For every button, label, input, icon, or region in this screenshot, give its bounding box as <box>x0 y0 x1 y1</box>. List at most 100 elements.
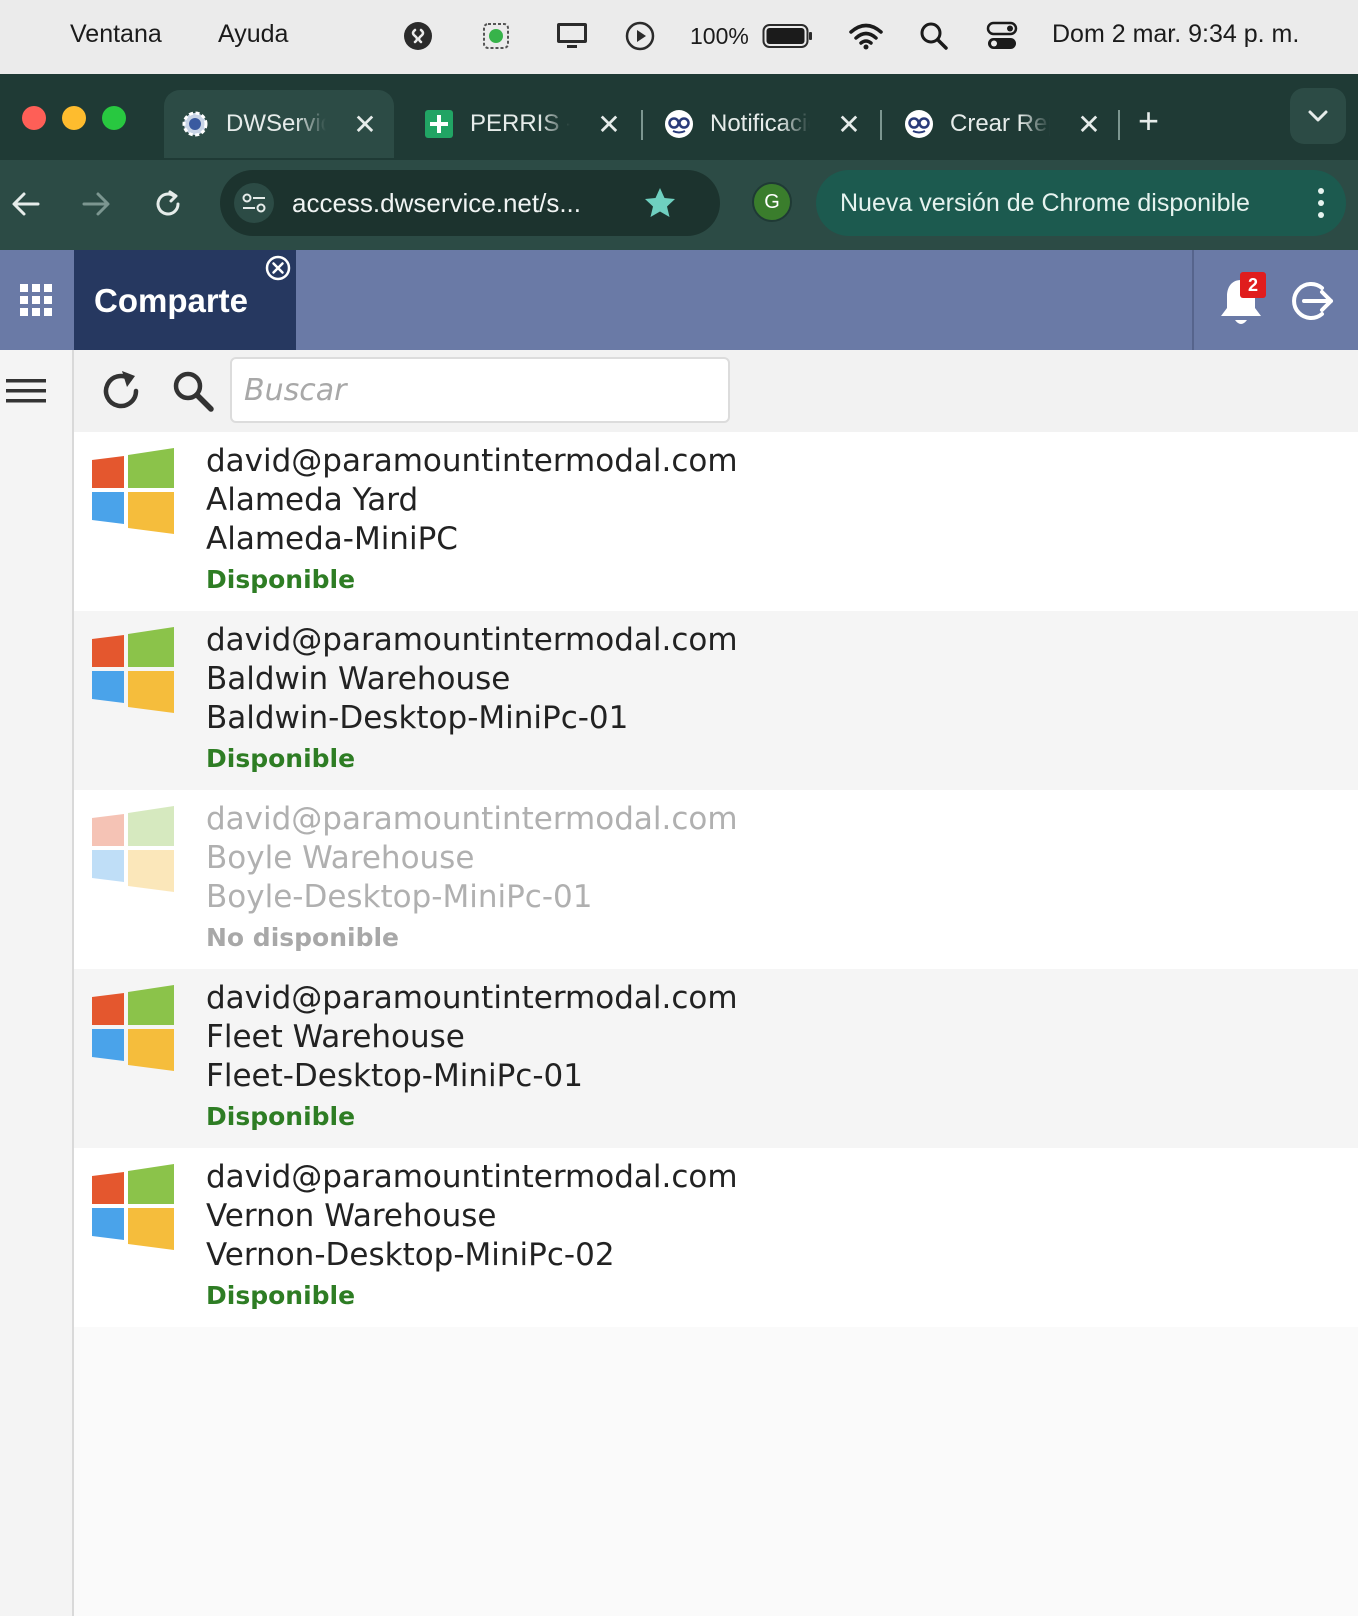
header-divider <box>1192 250 1194 350</box>
device-name: Baldwin-Desktop-MiniPc-01 <box>206 700 629 736</box>
device-info: david@paramountintermodal.com Boyle Ware… <box>206 800 738 955</box>
reload-button[interactable] <box>146 182 190 226</box>
device-user: david@paramountintermodal.com <box>206 622 738 658</box>
browser-tab-notificaciones[interactable]: Notificaciones ✕ <box>664 90 874 158</box>
left-rail <box>0 350 74 1616</box>
device-list: david@paramountintermodal.com Alameda Ya… <box>74 432 1358 1327</box>
close-circle-icon[interactable] <box>264 254 292 282</box>
chevron-down-icon <box>1308 110 1328 122</box>
tab-title: PERRIS - <box>470 110 570 137</box>
device-info: david@paramountintermodal.com Baldwin Wa… <box>206 621 738 776</box>
browser-tab-crear-reporte[interactable]: Crear Reporte ✕ <box>904 90 1114 158</box>
app-header: Comparte 2 <box>0 250 1358 350</box>
window-zoom-button[interactable] <box>102 106 126 130</box>
site-settings-icon[interactable] <box>234 183 274 223</box>
tab-close-button[interactable]: ✕ <box>350 108 380 141</box>
device-status: Disponible <box>206 744 356 773</box>
tab-close-button[interactable]: ✕ <box>1074 108 1104 141</box>
glasses-face-icon <box>904 109 934 139</box>
device-row[interactable]: david@paramountintermodal.com Baldwin Wa… <box>74 611 1358 790</box>
profile-avatar[interactable]: G <box>752 182 792 222</box>
cpu-chip-icon[interactable] <box>478 18 514 54</box>
address-bar[interactable]: access.dwservice.net/s... <box>220 170 720 236</box>
search-icon[interactable] <box>170 368 216 414</box>
sheets-plus-icon <box>424 109 454 139</box>
url-text[interactable]: access.dwservice.net/s... <box>292 188 632 219</box>
tab-close-button[interactable]: ✕ <box>834 108 864 141</box>
apps-grid-button[interactable] <box>0 250 72 350</box>
control-center-icon[interactable] <box>984 18 1020 54</box>
glasses-face-icon <box>664 109 694 139</box>
macos-menu-bar: Ventana Ayuda 100% Dom 2 mar. 9:34 p. m. <box>0 0 1358 74</box>
bookmark-star-icon[interactable] <box>642 185 678 221</box>
main-content: david@paramountintermodal.com Alameda Ya… <box>74 350 1358 1616</box>
kebab-menu-icon <box>1318 188 1324 218</box>
logout-icon[interactable] <box>1286 276 1336 326</box>
tab-title: DWService <box>226 110 326 137</box>
device-user: david@paramountintermodal.com <box>206 980 738 1016</box>
wifi-icon[interactable] <box>848 18 884 54</box>
new-tab-button[interactable]: + <box>1138 100 1159 142</box>
hamburger-menu-icon[interactable] <box>6 376 46 406</box>
device-name: Boyle-Desktop-MiniPc-01 <box>206 879 593 915</box>
windows-logo-icon <box>92 1164 174 1250</box>
tab-search-button[interactable] <box>1290 88 1346 144</box>
device-status: Disponible <box>206 1102 356 1131</box>
device-info: david@paramountintermodal.com Vernon War… <box>206 1158 738 1313</box>
device-user: david@paramountintermodal.com <box>206 443 738 479</box>
tab-separator <box>880 110 882 140</box>
device-group: Alameda Yard <box>206 482 419 518</box>
browser-toolbar: access.dwservice.net/s... G Nueva versió… <box>0 160 1358 250</box>
arrow-left-icon <box>12 192 40 216</box>
tab-comparte[interactable]: Comparte <box>74 250 296 350</box>
display-icon[interactable] <box>554 18 590 54</box>
refresh-icon[interactable] <box>98 368 144 414</box>
device-name: Vernon-Desktop-MiniPc-02 <box>206 1237 615 1273</box>
device-row[interactable]: david@paramountintermodal.com Vernon War… <box>74 1148 1358 1327</box>
device-row[interactable]: david@paramountintermodal.com Alameda Ya… <box>74 432 1358 611</box>
battery-percent: 100% <box>690 23 749 49</box>
device-group: Baldwin Warehouse <box>206 661 511 697</box>
browser-tab-dwservice[interactable]: DWService ✕ <box>164 90 394 158</box>
window-close-button[interactable] <box>22 106 46 130</box>
device-group: Vernon Warehouse <box>206 1198 497 1234</box>
tab-comparte-label: Comparte <box>94 282 249 319</box>
tab-close-button[interactable]: ✕ <box>594 108 624 141</box>
device-name: Fleet-Desktop-MiniPc-01 <box>206 1058 583 1094</box>
tab-strip: DWService ✕ PERRIS - ✕ Notificaciones ✕ … <box>0 74 1358 160</box>
tab-separator <box>641 110 643 140</box>
window-minimize-button[interactable] <box>62 106 86 130</box>
device-row[interactable]: david@paramountintermodal.com Fleet Ware… <box>74 969 1358 1148</box>
device-user: david@paramountintermodal.com <box>206 801 738 837</box>
reload-icon <box>156 190 180 216</box>
shazam-icon[interactable] <box>400 18 436 54</box>
search-toolbar <box>74 350 1358 432</box>
back-button[interactable] <box>4 182 48 226</box>
device-user: david@paramountintermodal.com <box>206 1159 738 1195</box>
device-group: Fleet Warehouse <box>206 1019 465 1055</box>
search-input[interactable] <box>230 357 730 423</box>
device-info: david@paramountintermodal.com Fleet Ware… <box>206 979 738 1134</box>
forward-button[interactable] <box>74 182 118 226</box>
arrow-right-icon <box>82 192 110 216</box>
play-circle-icon[interactable] <box>622 18 658 54</box>
tab-title: Notificaciones <box>710 110 810 137</box>
device-status: Disponible <box>206 565 356 594</box>
browser-tab-perris[interactable]: PERRIS - ✕ <box>424 90 634 158</box>
notification-badge: 2 <box>1240 272 1266 298</box>
dwservice-gear-icon <box>180 109 210 139</box>
windows-logo-icon <box>92 448 174 534</box>
device-status: Disponible <box>206 1281 356 1310</box>
device-status: No disponible <box>206 923 400 952</box>
tab-separator <box>1118 110 1120 140</box>
menu-ayuda[interactable]: Ayuda <box>218 20 288 49</box>
device-name: Alameda-MiniPC <box>206 521 458 557</box>
menu-ventana[interactable]: Ventana <box>70 20 162 49</box>
device-group: Boyle Warehouse <box>206 840 475 876</box>
chrome-update-button[interactable]: Nueva versión de Chrome disponible <box>816 170 1346 236</box>
device-row[interactable]: david@paramountintermodal.com Boyle Ware… <box>74 790 1358 969</box>
menu-clock[interactable]: Dom 2 mar. 9:34 p. m. <box>1052 20 1299 49</box>
device-info: david@paramountintermodal.com Alameda Ya… <box>206 442 738 597</box>
spotlight-search-icon[interactable] <box>916 18 952 54</box>
battery-icon[interactable] <box>760 18 816 54</box>
